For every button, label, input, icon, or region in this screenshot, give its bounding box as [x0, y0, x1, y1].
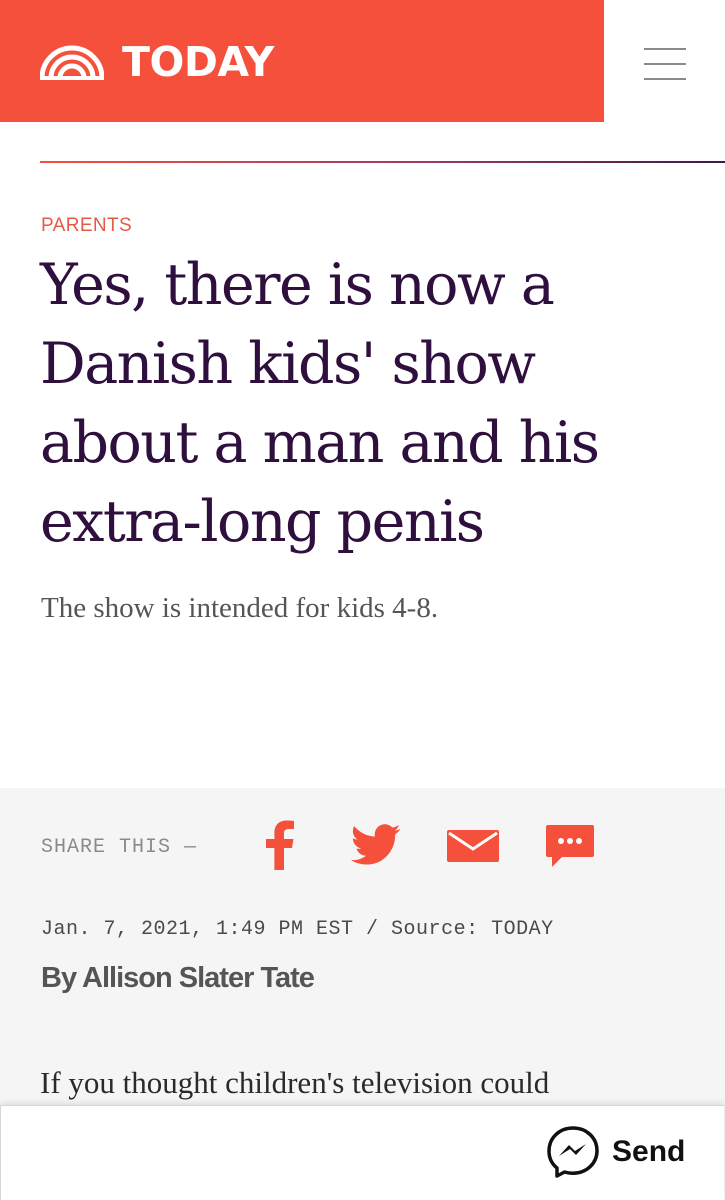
article-headline: Yes, there is now a Danish kids' show ab… — [40, 252, 600, 555]
today-sunrise-logo-icon — [40, 45, 104, 80]
sms-icon[interactable] — [546, 825, 594, 869]
brand-bar[interactable]: TODAY — [0, 0, 604, 122]
email-icon[interactable] — [447, 830, 499, 862]
messenger-icon — [547, 1126, 599, 1178]
share-label: SHARE THIS — — [41, 836, 198, 859]
facebook-icon[interactable] — [262, 820, 296, 870]
site-header: TODAY — [0, 0, 725, 125]
send-label: Send — [612, 1135, 686, 1168]
article-dek: The show is intended for kids 4-8. — [41, 592, 439, 624]
menu-line — [644, 48, 686, 50]
hamburger-menu-icon[interactable] — [636, 42, 696, 86]
category-link[interactable]: PARENTS — [41, 215, 132, 237]
twitter-icon[interactable] — [350, 824, 402, 866]
send-button[interactable]: Send — [544, 1125, 694, 1181]
menu-line — [644, 63, 686, 65]
header-divider — [40, 161, 725, 163]
menu-line — [644, 78, 686, 80]
brand-name: TODAY — [122, 38, 274, 86]
article-timestamp: Jan. 7, 2021, 1:49 PM EST / Source: TODA… — [41, 918, 554, 941]
article-byline[interactable]: By Allison Slater Tate — [41, 962, 315, 995]
article-body-start: If you thought children's television cou… — [40, 1065, 550, 1100]
